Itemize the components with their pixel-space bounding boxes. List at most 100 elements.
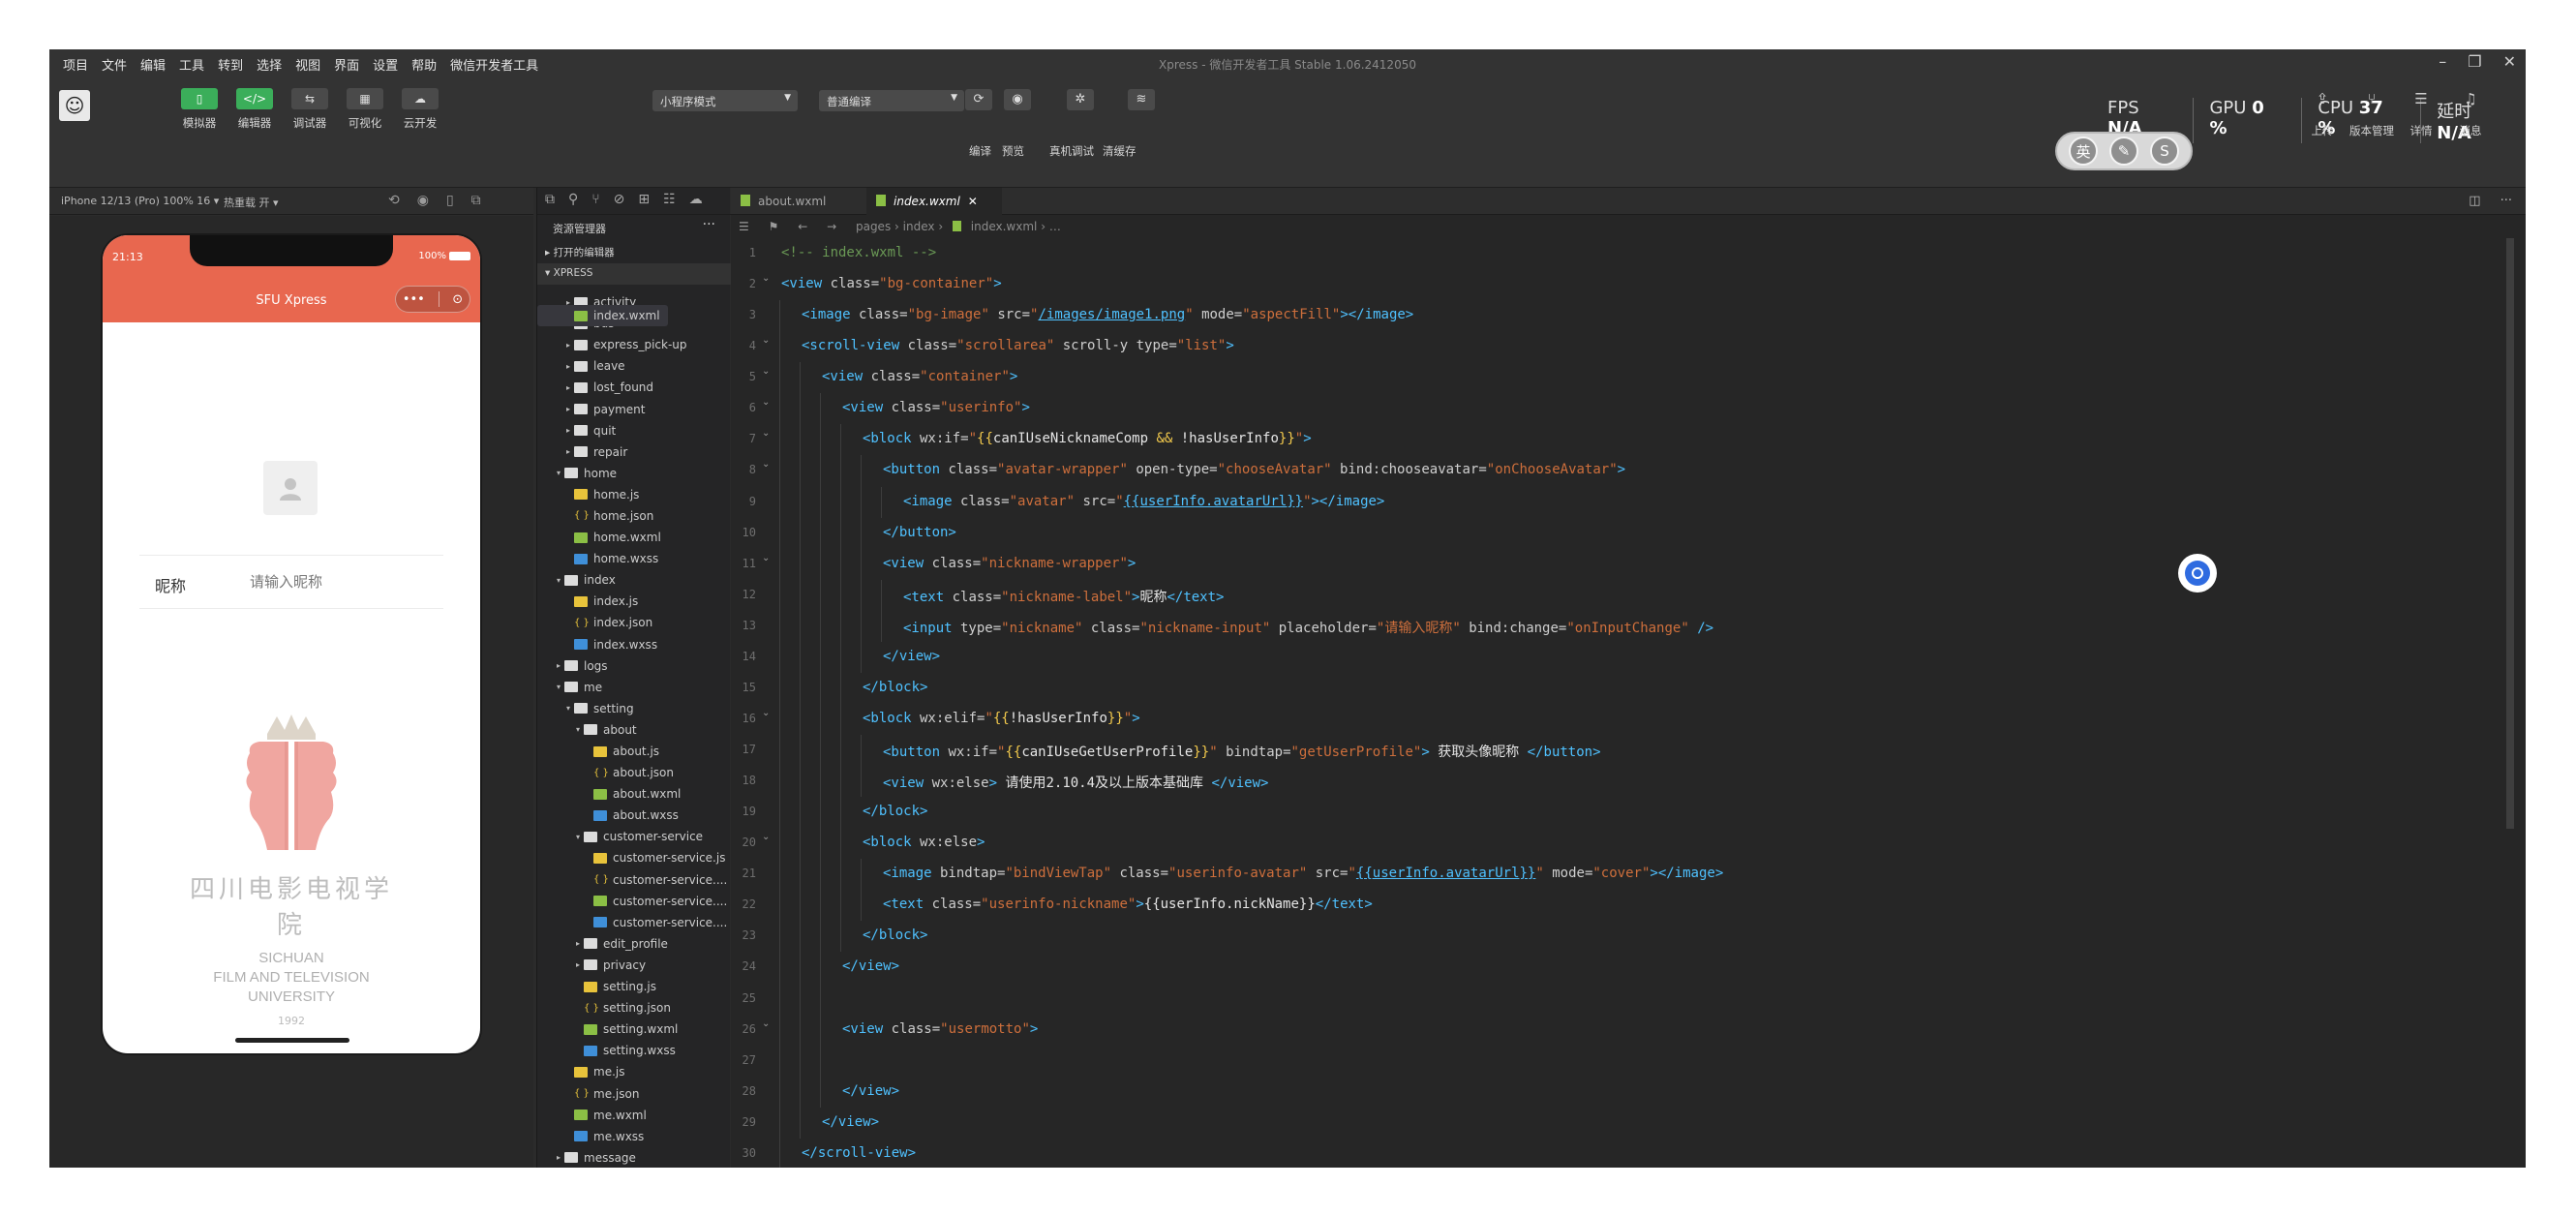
tree-item-folder[interactable]: ▾ me: [537, 677, 731, 698]
code-line[interactable]: 29 </view>: [731, 1107, 2526, 1139]
tree-item-file[interactable]: { } index.json: [537, 612, 731, 633]
device-select[interactable]: iPhone 12/13 (Pro) 100% 16 ▾: [61, 195, 219, 207]
code-line[interactable]: 18 <view wx:else> 请使用2.10.4及以上版本基础库 </vie…: [731, 766, 2526, 798]
hot-reload-toggle[interactable]: 热重载 开 ▾: [224, 195, 279, 210]
more-icon[interactable]: •••: [403, 292, 425, 307]
layers-icon[interactable]: ≋: [1128, 89, 1155, 110]
close-icon[interactable]: ✕: [2503, 52, 2516, 71]
tree-item-file[interactable]: { } home.json: [537, 505, 731, 527]
code-line[interactable]: 3 <image class="bg-image" src= "/images/im…: [731, 300, 2526, 332]
extensions-icon[interactable]: ⊞: [638, 192, 650, 210]
code-line[interactable]: 12 <text class="nickname-label">昵称</text>: [731, 579, 2526, 611]
tree-item-file[interactable]: { } about.json: [537, 762, 731, 783]
exit-miniprogram-icon[interactable]: ⊙: [452, 292, 463, 307]
fold-chevron-icon[interactable]: ⌄: [762, 459, 770, 470]
code-line[interactable]: 22 <text class="userinfo-nickname">{{user…: [731, 890, 2526, 922]
fold-chevron-icon[interactable]: ⌄: [762, 553, 770, 563]
tree-item-folder[interactable]: ▸ payment: [537, 398, 731, 419]
tree-item-file[interactable]: customer-service....: [537, 891, 731, 912]
breadcrumb-item[interactable]: pages: [856, 220, 891, 233]
code-line[interactable]: 23 </block>: [731, 921, 2526, 953]
user-avatar[interactable]: ☺: [59, 90, 90, 121]
code-line[interactable]: 7 ⌄ <block wx:if="{{canIUseNicknameComp &&…: [731, 424, 2526, 456]
tree-item-folder[interactable]: ▾ home: [537, 463, 731, 484]
tree-item-file[interactable]: setting.js: [537, 976, 731, 997]
fold-chevron-icon[interactable]: ⌄: [762, 335, 770, 346]
breadcrumb-item[interactable]: index: [903, 220, 935, 233]
ime-toolbar[interactable]: 英 ✎ S: [2055, 132, 2193, 170]
code-line[interactable]: 8 ⌄ <button class="avatar-wrapper" open-ty…: [731, 455, 2526, 487]
tree-item-file[interactable]: me.wxml: [537, 1105, 731, 1126]
code-line[interactable]: 26 ⌄ <view class="usermotto">: [731, 1014, 2526, 1046]
detach-icon[interactable]: ⧉: [471, 193, 481, 208]
code-line[interactable]: 19 </block>: [731, 797, 2526, 829]
toolbar-button-debug[interactable]: ⇆ 调试器: [290, 88, 329, 131]
tab-index-wxml[interactable]: index.wxml ✕: [866, 188, 1002, 215]
code-line[interactable]: 30 </scroll-view>: [731, 1138, 2526, 1168]
ime-lang-icon[interactable]: 英: [2069, 137, 2098, 166]
toolbar-action-label[interactable]: 真机调试: [1049, 143, 1094, 159]
fold-chevron-icon[interactable]: ⌄: [762, 1018, 770, 1029]
code-line[interactable]: 25: [731, 983, 2526, 1015]
tree-item-folder[interactable]: ▾ index: [537, 569, 731, 591]
rotate-icon[interactable]: ⟲: [388, 193, 400, 208]
device-icon[interactable]: ▯: [446, 193, 454, 208]
code-line[interactable]: 14 </view>: [731, 641, 2526, 673]
tree-item-file[interactable]: { } setting.json: [537, 997, 731, 1018]
bug-icon[interactable]: ✲: [1067, 89, 1094, 110]
code-line[interactable]: 17 <button wx:if= " {{canIUseGetUserProfile…: [731, 735, 2526, 767]
fold-chevron-icon[interactable]: ⌄: [762, 366, 770, 377]
split-editor-icon[interactable]: ◫: [2469, 194, 2480, 208]
tree-item-folder[interactable]: ▸ repair: [537, 441, 731, 463]
back-icon[interactable]: ←: [798, 220, 807, 233]
code-line[interactable]: 15 </block>: [731, 672, 2526, 704]
files-icon[interactable]: ⧉: [545, 192, 555, 210]
fold-chevron-icon[interactable]: ⌄: [762, 708, 770, 718]
code-line[interactable]: 1 <!-- index.wxml -->: [731, 238, 2526, 269]
tree-item-folder[interactable]: ▸ logs: [537, 655, 731, 677]
restore-icon[interactable]: ❐: [2468, 52, 2481, 71]
code-line[interactable]: 5 ⌄ <view class="container">: [731, 362, 2526, 394]
toolbar-button-upload[interactable]: ⇪ 上传: [2299, 90, 2346, 138]
tree-item-folder[interactable]: ▾ setting: [537, 698, 731, 719]
tree-item-file[interactable]: index.js: [537, 591, 731, 612]
tree-item-file[interactable]: index.wxml: [537, 305, 668, 327]
toolbar-action-label[interactable]: 清缓存: [1103, 143, 1136, 159]
tree-item-file[interactable]: home.wxss: [537, 548, 731, 569]
cloud-icon[interactable]: ☁: [689, 192, 703, 210]
refresh-icon[interactable]: ⟳: [965, 89, 992, 110]
tree-item-file[interactable]: { } me.json: [537, 1082, 731, 1104]
ime-skin-icon[interactable]: ✎: [2109, 137, 2138, 166]
toolbar-button-code[interactable]: </> 编辑器: [235, 88, 274, 131]
code-line[interactable]: 24 </view>: [731, 952, 2526, 984]
code-line[interactable]: 10 </button>: [731, 517, 2526, 549]
tree-item-file[interactable]: index.wxss: [537, 634, 731, 655]
tree-item-file[interactable]: me.js: [537, 1061, 731, 1082]
debug-icon[interactable]: ⊘: [614, 192, 625, 210]
list-icon[interactable]: ☰: [739, 220, 749, 233]
breadcrumb-item[interactable]: index.wxml: [971, 220, 1038, 233]
tree-item-folder[interactable]: ▸ message: [537, 1147, 731, 1168]
code-lines[interactable]: 1 <!-- index.wxml --> 2 ⌄ <view class="bg-co…: [731, 238, 2526, 1168]
tree-item-file[interactable]: about.wxss: [537, 805, 731, 826]
tree-item-file[interactable]: setting.wxml: [537, 1018, 731, 1040]
code-line[interactable]: 6 ⌄ <view class="userinfo">: [731, 393, 2526, 425]
close-tab-icon[interactable]: ✕: [968, 195, 978, 208]
editor-scrollbar[interactable]: [2506, 238, 2514, 829]
tree-item-file[interactable]: setting.wxss: [537, 1040, 731, 1061]
tree-item-folder[interactable]: ▾ customer-service: [537, 826, 731, 847]
minimize-icon[interactable]: –: [2439, 52, 2446, 71]
tree-item-folder[interactable]: ▸ leave: [537, 355, 731, 377]
fold-chevron-icon[interactable]: ⌄: [762, 397, 770, 408]
tab-about-wxml[interactable]: about.wxml: [731, 188, 866, 215]
code-line[interactable]: 21 <image bindtap="bindViewTap" class="us…: [731, 859, 2526, 891]
tree-item-file[interactable]: me.wxss: [537, 1126, 731, 1147]
code-line[interactable]: 27: [731, 1045, 2526, 1077]
search-icon[interactable]: ⚲: [568, 192, 578, 210]
tree-item-file[interactable]: about.wxml: [537, 783, 731, 805]
tree-item-folder[interactable]: ▸ express_pick-up: [537, 334, 731, 355]
record-icon[interactable]: ◉: [417, 193, 429, 208]
bookmark-icon[interactable]: ⚑: [769, 220, 779, 233]
tree-item-folder[interactable]: ▸ quit: [537, 420, 731, 441]
toolbar-button-details[interactable]: ☰ 详情: [2398, 90, 2444, 138]
